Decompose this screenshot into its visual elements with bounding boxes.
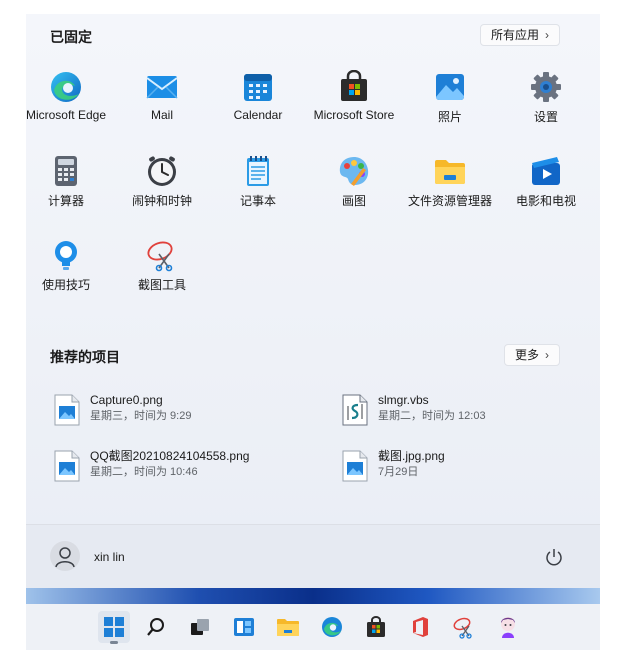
app-label: 使用技巧: [41, 278, 90, 292]
snipping-tool-icon[interactable]: [448, 611, 480, 643]
all-apps-button[interactable]: 所有应用 ›: [480, 24, 561, 46]
avatar[interactable]: [50, 541, 80, 571]
store-icon: [337, 69, 371, 104]
snipping-tool-icon: [145, 238, 179, 272]
image-file-icon: [54, 394, 80, 426]
notepad-icon: [241, 154, 275, 188]
recommended-item-meta: 星期三，时间为 9:29: [90, 410, 192, 422]
folder-icon: [433, 154, 467, 188]
edge-icon[interactable]: [316, 611, 348, 643]
store-icon[interactable]: [360, 611, 392, 643]
recommended-item-name: Capture0.png: [90, 393, 163, 407]
settings-icon: [529, 70, 563, 104]
app-label: 设置: [533, 110, 558, 124]
pinned-app-tips[interactable]: 使用技巧: [18, 232, 114, 312]
widgets-icon[interactable]: [228, 611, 260, 643]
recommended-item[interactable]: Capture0.png 星期三，时间为 9:29: [54, 392, 314, 436]
pinned-app-edge[interactable]: Microsoft Edge: [18, 64, 114, 144]
tips-icon: [49, 238, 83, 272]
photos-icon: [433, 70, 467, 104]
clock-icon: [145, 154, 179, 188]
taskbar: [26, 604, 600, 650]
app-label: 闹钟和时钟: [131, 194, 192, 208]
power-icon[interactable]: [544, 547, 564, 567]
user-bar: xin lin: [26, 524, 600, 589]
pinned-app-snipping-tool[interactable]: 截图工具: [114, 232, 210, 312]
app-label: 计算器: [47, 194, 84, 208]
start-icon[interactable]: [98, 611, 130, 644]
app-label: 电影和电视: [515, 194, 576, 208]
start-menu: 已固定 所有应用 › Microsoft Edge Mail Calendar: [26, 14, 602, 589]
all-apps-label: 所有应用: [491, 28, 540, 42]
calendar-icon: [241, 70, 275, 104]
edge-icon: [49, 70, 83, 104]
pinned-app-calculator[interactable]: 计算器: [18, 148, 114, 228]
image-file-icon: [54, 450, 80, 482]
image-file-icon: [342, 450, 368, 482]
pinned-app-clock[interactable]: 闹钟和时钟: [114, 148, 210, 228]
recommended-item[interactable]: slmgr.vbs 星期二，时间为 12:03: [342, 392, 602, 436]
chevron-right-icon: ›: [545, 28, 550, 42]
more-label: 更多: [515, 348, 540, 362]
pinned-app-photos[interactable]: 照片: [402, 64, 498, 144]
wallpaper-strip: [26, 588, 600, 604]
pinned-app-settings[interactable]: 设置: [498, 64, 594, 144]
pinned-app-paint[interactable]: 画图: [306, 148, 402, 228]
pinned-app-movies[interactable]: 电影和电视: [498, 148, 594, 228]
app-label: 文件资源管理器: [407, 194, 492, 208]
pinned-app-file-explorer[interactable]: 文件资源管理器: [402, 148, 498, 228]
movies-icon: [529, 154, 563, 188]
file-explorer-icon[interactable]: [272, 611, 304, 643]
search-icon[interactable]: [140, 611, 172, 643]
more-button[interactable]: 更多 ›: [504, 344, 561, 366]
pinned-app-mail[interactable]: Mail: [114, 64, 210, 144]
recommended-item-name: 截图.jpg.png: [378, 449, 445, 463]
paint-icon: [337, 154, 371, 188]
app-label: 照片: [437, 110, 462, 124]
task-view-icon[interactable]: [184, 611, 216, 643]
chevron-right-icon: ›: [545, 348, 550, 362]
app-label: 画图: [341, 194, 366, 208]
recommended-item-name: slmgr.vbs: [378, 393, 429, 407]
pinned-app-calendar[interactable]: Calendar: [210, 64, 306, 144]
recommended-title: 推荐的项目: [50, 349, 120, 365]
office-icon[interactable]: [404, 611, 436, 643]
recommended-item-name: QQ截图20210824104558.png: [90, 449, 250, 463]
user-name[interactable]: xin lin: [94, 550, 125, 564]
app-label: Calendar: [233, 108, 283, 122]
app-label: Mail: [150, 108, 173, 122]
app-label: Microsoft Store: [313, 108, 395, 122]
recommended-item[interactable]: 截图.jpg.png 7月29日: [342, 448, 602, 492]
recommended-item-meta: 星期二，时间为 12:03: [378, 410, 486, 422]
pinned-app-store[interactable]: Microsoft Store: [306, 64, 402, 144]
mail-icon: [145, 70, 179, 104]
app-avatar-icon[interactable]: [492, 611, 524, 643]
app-label: 截图工具: [137, 278, 186, 292]
pinned-app-notepad[interactable]: 记事本: [210, 148, 306, 228]
recommended-item-meta: 星期二，时间为 10:46: [90, 466, 198, 478]
recommended-item[interactable]: QQ截图20210824104558.png 星期二，时间为 10:46: [54, 448, 314, 492]
app-label: 记事本: [239, 194, 276, 208]
calculator-icon: [49, 154, 83, 188]
recommended-item-meta: 7月29日: [378, 466, 419, 478]
script-file-icon: [342, 394, 368, 426]
app-label: Microsoft Edge: [25, 108, 107, 122]
pinned-title: 已固定: [50, 29, 92, 45]
